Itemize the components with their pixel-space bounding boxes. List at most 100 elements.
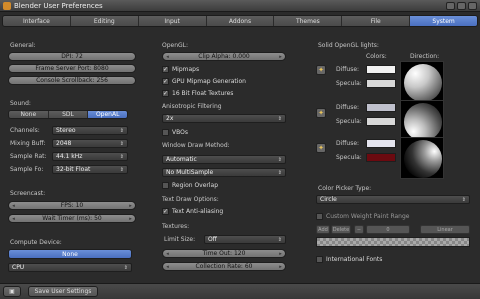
time-out-field[interactable]: ◂ Time Out: 120 ▸ <box>162 249 286 258</box>
light3-diffuse-swatch[interactable] <box>366 139 396 148</box>
tab-addons[interactable]: Addons <box>206 16 275 26</box>
arrow-right-icon[interactable]: ▸ <box>128 215 133 223</box>
limit-size-dropdown[interactable]: Off ⇕ <box>204 235 286 244</box>
diffuse-label: Diffuse: <box>336 140 360 147</box>
sample-format-dropdown[interactable]: 32-bit Float ⇕ <box>52 165 128 174</box>
light2-direction-sphere[interactable] <box>400 100 444 142</box>
color-picker-dropdown[interactable]: Circle ⇕ <box>316 195 470 204</box>
sample-rate-dropdown[interactable]: 44.1 kHz ⇕ <box>52 152 128 161</box>
arrow-right-icon[interactable]: ▸ <box>128 202 133 210</box>
arrow-right-icon[interactable]: ▸ <box>278 263 283 271</box>
wait-timer-field[interactable]: ◂ Wait Timer (ms): 50 ▸ <box>8 214 136 223</box>
mixing-buffer-dropdown[interactable]: 2048 ⇕ <box>52 139 128 148</box>
dpi-field[interactable]: DPI: 72 <box>8 52 136 61</box>
checkbox-empty-icon <box>162 182 169 189</box>
window-draw-dropdown[interactable]: Automatic ⇕ <box>162 155 286 164</box>
arrow-right-icon[interactable]: ▸ <box>278 250 283 258</box>
light-bulb-icon[interactable]: ✦ <box>316 143 326 153</box>
light2-specular-swatch[interactable] <box>366 117 396 126</box>
arrow-left-icon[interactable]: ◂ <box>11 215 16 223</box>
preferences-tabs: Interface Editing Input Addons Themes Fi… <box>2 15 478 27</box>
tab-system[interactable]: System <box>410 16 477 26</box>
limit-size-label: Limit Size: <box>164 236 196 243</box>
checkmark-icon: ✓ <box>162 208 169 215</box>
light3-direction-sphere[interactable] <box>400 137 444 179</box>
save-user-settings-button[interactable]: Save User Settings <box>28 286 98 297</box>
region-overlap-label: Region Overlap <box>172 182 219 189</box>
tab-input[interactable]: Input <box>138 16 207 26</box>
weight-range-gradient[interactable] <box>316 237 470 247</box>
clip-alpha-field[interactable]: ◂ Clip Alpha: 0.000 ▸ <box>162 52 286 61</box>
sample-format-value: 32-bit Float <box>56 166 91 173</box>
tab-themes[interactable]: Themes <box>274 16 343 26</box>
gpu-mipmap-checkbox[interactable]: ✓ GPU Mipmap Generation <box>162 77 246 86</box>
compute-device-dropdown[interactable]: CPU ⇕ <box>8 263 132 272</box>
console-scrollback-field[interactable]: Console Scrollback: 256 <box>8 76 136 85</box>
sample-rate-label: Sample Rat: <box>10 153 47 160</box>
sample-rate-value: 44.1 kHz <box>56 153 83 160</box>
light2-diffuse-swatch[interactable] <box>366 103 396 112</box>
zero-field[interactable]: 0 <box>366 225 410 234</box>
international-fonts-checkbox[interactable]: International Fonts <box>316 255 382 264</box>
checkmark-icon: ✓ <box>162 78 169 85</box>
preferences-icon: ▣ <box>9 288 15 295</box>
arrow-left-icon[interactable]: ◂ <box>165 263 170 271</box>
chevron-down-icon: ⇕ <box>461 197 466 203</box>
compute-device-value: CPU <box>12 264 25 271</box>
color-picker-heading: Color Picker Type: <box>318 185 372 192</box>
arrow-right-icon[interactable]: ▸ <box>278 53 283 61</box>
specular-label: Specula: <box>336 118 362 125</box>
light1-direction-sphere[interactable] <box>400 61 444 103</box>
limit-size-value: Off <box>208 236 217 243</box>
mipmaps-checkbox[interactable]: ✓ Mipmaps <box>162 65 199 74</box>
tab-file[interactable]: File <box>342 16 411 26</box>
tab-interface[interactable]: Interface <box>3 16 71 26</box>
linear-dropdown[interactable]: Linear <box>420 225 470 234</box>
arrow-left-icon[interactable]: ◂ <box>11 202 16 210</box>
text-antialiasing-checkbox[interactable]: ✓ Text Anti-aliasing <box>162 207 223 216</box>
specular-label: Specula: <box>336 80 362 87</box>
clip-alpha-value: Clip Alpha: 0.000 <box>198 53 250 60</box>
tab-editing[interactable]: Editing <box>70 16 139 26</box>
sound-option-sdl[interactable]: SDL <box>48 111 89 118</box>
light3-specular-swatch[interactable] <box>366 153 396 162</box>
light1-specular-swatch[interactable] <box>366 79 396 88</box>
custom-weight-checkbox[interactable]: Custom Weight Paint Range <box>316 212 409 221</box>
light-bulb-icon[interactable]: ✦ <box>316 65 326 75</box>
direction-label: Direction: <box>410 53 440 60</box>
sound-device-selector: None SDL OpenAL <box>8 110 128 119</box>
console-scrollback-value: Console Scrollback: 256 <box>36 77 108 84</box>
chevron-down-icon: ⇕ <box>119 167 124 173</box>
anisotropic-dropdown[interactable]: 2x ⇕ <box>162 114 286 123</box>
window-draw-value: Automatic <box>166 156 197 163</box>
dpi-value: DPI: 72 <box>61 53 83 60</box>
float-textures-checkbox[interactable]: ✓ 16 Bit Float Textures <box>162 89 233 98</box>
minimize-button[interactable] <box>446 2 455 10</box>
compute-none-button[interactable]: None <box>8 249 132 259</box>
checkbox-empty-icon <box>162 129 169 136</box>
light-bulb-icon[interactable]: ✦ <box>316 108 326 118</box>
light1-diffuse-swatch[interactable] <box>366 65 396 74</box>
title-bar: Blender User Preferences <box>0 0 480 12</box>
sound-option-none[interactable]: None <box>9 111 49 118</box>
sound-option-openal[interactable]: OpenAL <box>88 111 127 118</box>
delete-button[interactable]: Delete <box>331 225 351 234</box>
arrow-left-icon[interactable]: ◂ <box>165 53 170 61</box>
mipmaps-label: Mipmaps <box>172 66 200 73</box>
specular-label: Specula: <box>336 154 362 161</box>
close-button[interactable] <box>468 2 477 10</box>
region-overlap-checkbox[interactable]: Region Overlap <box>162 181 218 190</box>
channels-dropdown[interactable]: Stereo ⇕ <box>52 126 128 135</box>
maximize-button[interactable] <box>457 2 466 10</box>
multisample-dropdown[interactable]: No MultiSample ⇕ <box>162 168 286 177</box>
minus-button[interactable]: − <box>354 225 364 234</box>
chevron-down-icon: ⇕ <box>123 265 128 271</box>
add-button[interactable]: Add <box>316 225 330 234</box>
editor-type-button[interactable]: ▣ <box>3 286 21 297</box>
frame-server-port-field[interactable]: Frame Server Port: 8080 <box>8 64 136 73</box>
collection-rate-field[interactable]: ◂ Collection Rate: 60 ▸ <box>162 262 286 271</box>
window-title: Blender User Preferences <box>14 2 103 10</box>
fps-field[interactable]: ◂ FPS: 10 ▸ <box>8 201 136 210</box>
vbos-checkbox[interactable]: VBOs <box>162 128 188 137</box>
arrow-left-icon[interactable]: ◂ <box>165 250 170 258</box>
